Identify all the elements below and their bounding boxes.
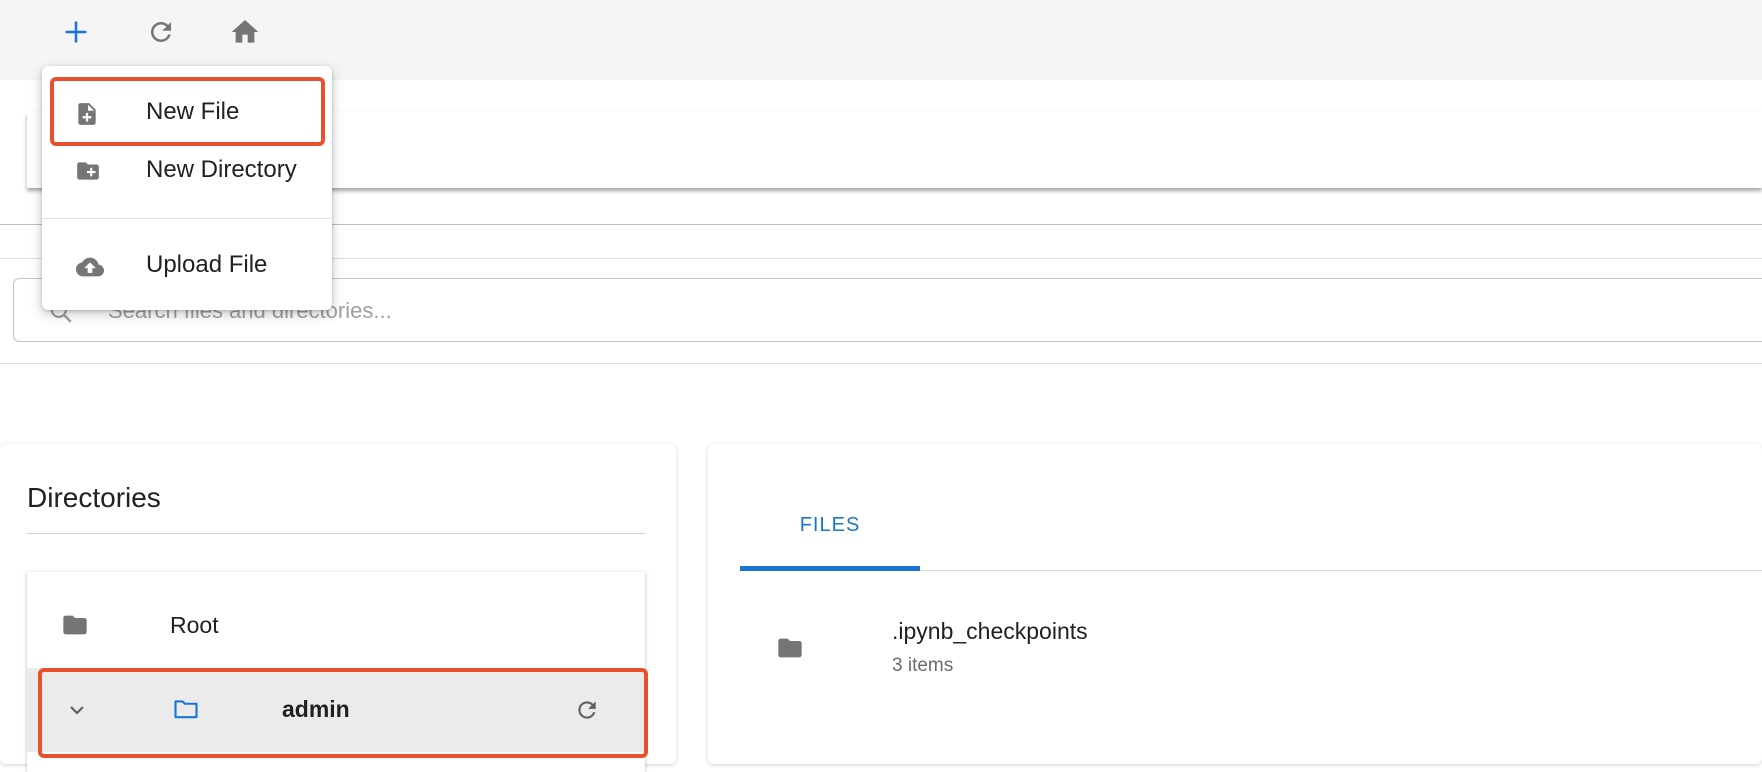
menu-item-label: New File [146,98,240,125]
menu-item-new-directory[interactable]: New Directory [42,141,332,199]
file-row[interactable]: .ipynb_checkpoints 3 items [740,604,1762,692]
menu-item-label: New Directory [146,156,297,183]
refresh-icon[interactable] [574,697,600,723]
folder-open-icon [174,700,198,719]
directory-label: Root [170,612,219,638]
menu-item-new-file[interactable]: New File [42,83,332,141]
tab-files[interactable]: FILES [740,504,920,572]
menu-item-label: Upload File [146,251,268,278]
chevron-down-icon[interactable] [65,698,89,722]
file-name: .ipynb_checkpoints [892,618,1088,644]
directory-row-admin[interactable]: admin [27,668,645,752]
menu-item-upload-file[interactable]: Upload File [42,236,332,294]
directories-panel: Directories Root admin [0,444,676,772]
file-plus-icon [78,103,96,125]
directory-list: Root admin [27,572,645,772]
menu-divider [42,218,332,219]
new-menu: New File New Directory Upload File [42,66,332,310]
home-button[interactable] [225,12,265,52]
folder-plus-icon [77,162,99,180]
files-panel: FILES .ipynb_checkpoints 3 items [708,444,1762,764]
tab-files-label: FILES [799,514,861,536]
refresh-icon [150,21,171,42]
folder-icon [778,638,802,658]
directory-label: admin [282,696,350,722]
refresh-button[interactable] [141,12,181,52]
tab-indicator [740,566,920,571]
home-icon [231,20,259,43]
plus-icon [65,21,87,43]
divider [27,533,645,534]
directories-title: Directories [27,482,161,513]
file-item-count: 3 items [892,655,954,676]
directory-row-root[interactable]: Root [27,584,645,668]
add-button[interactable] [56,12,96,52]
folder-icon [63,615,87,635]
cloud-upload-icon [76,257,104,277]
